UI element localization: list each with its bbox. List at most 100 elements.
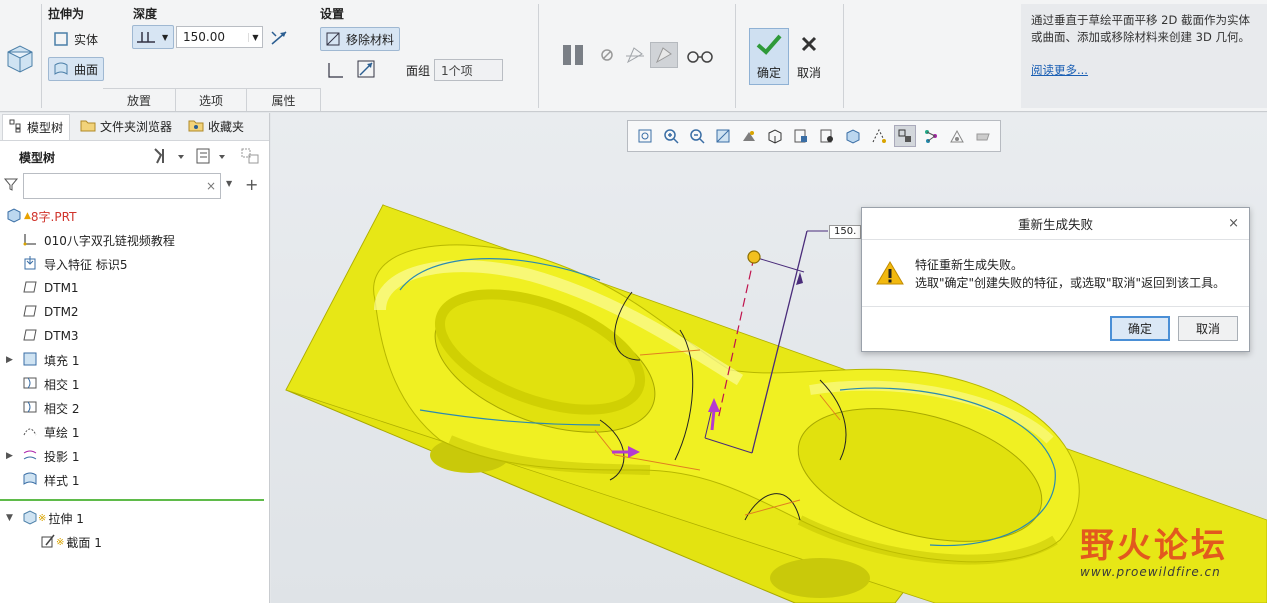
- model-tree-panel: 模型树 文件夹浏览器 收藏夹 模型树 × ▼ + ▲ 8字.PRT 010八字双孔链…: [0, 113, 270, 603]
- tree-item[interactable]: DTM2: [6, 301, 79, 323]
- geometry-preview-icon[interactable]: [624, 44, 646, 69]
- tab-model-tree[interactable]: 模型树: [2, 113, 71, 140]
- tree-item-label: 相交 2: [44, 401, 80, 416]
- remove-material-label: 移除材料: [346, 32, 395, 47]
- part-icon: [6, 207, 22, 226]
- expand-arrow-icon[interactable]: ▼: [6, 513, 16, 523]
- datum-plane-icon: [22, 327, 38, 346]
- surface-button[interactable]: 曲面: [48, 57, 104, 81]
- tree-search-field[interactable]: [30, 179, 206, 193]
- clear-icon[interactable]: ×: [206, 179, 220, 193]
- spin-center-icon[interactable]: [946, 125, 968, 147]
- tree-item-label: DTM3: [44, 329, 79, 343]
- verify-glasses-icon[interactable]: [686, 48, 714, 67]
- chevron-down-icon[interactable]: ▼: [226, 179, 232, 188]
- face-group-label: 面组: [406, 64, 431, 78]
- tree-search-input[interactable]: ×: [23, 173, 221, 199]
- tree-item[interactable]: 导入特征 标识5: [6, 253, 127, 275]
- remove-material-button[interactable]: 移除材料: [320, 27, 400, 51]
- tree-show-icon[interactable]: [195, 147, 229, 168]
- option-tabs: 放置 选项 属性: [103, 88, 321, 111]
- ribbon: 拉伸为 实体 曲面 深度 ▼ 150.00 ▼ 设置 移除材料 面组 1个项 放…: [0, 0, 1267, 112]
- display-style-icon[interactable]: [738, 125, 760, 147]
- tree-item[interactable]: ▶ 投影 1: [6, 445, 79, 467]
- section-view-icon[interactable]: [972, 125, 994, 147]
- face-group-collector[interactable]: 1个项: [434, 59, 503, 81]
- tree-item[interactable]: DTM3: [6, 325, 79, 347]
- intersect-icon: [22, 399, 38, 418]
- settings-label: 设置: [320, 7, 345, 21]
- tree-filter-columns-icon[interactable]: [240, 147, 262, 168]
- pause-icon[interactable]: [561, 43, 585, 70]
- forum-watermark: 野火论坛 www.proewildfire.cn: [1080, 518, 1228, 579]
- annotation-display-icon[interactable]: [920, 125, 942, 147]
- datum-display-icon[interactable]: [868, 125, 890, 147]
- tree-item[interactable]: ▲ 8字.PRT: [0, 205, 76, 227]
- feature-preview-icon[interactable]: [650, 42, 678, 68]
- tab-favorites-label: 收藏夹: [208, 120, 245, 134]
- view-manager-icon[interactable]: [790, 125, 812, 147]
- perspective-icon[interactable]: [816, 125, 838, 147]
- chevron-down-icon[interactable]: ▼: [248, 32, 262, 42]
- zoom-in-icon[interactable]: [660, 125, 682, 147]
- tree-item[interactable]: 相交 2: [6, 397, 79, 419]
- depth-dimension-label[interactable]: 150.: [829, 225, 862, 239]
- repaint-icon[interactable]: [712, 125, 734, 147]
- chevron-down-icon: ▼: [162, 32, 169, 42]
- tree-icon: [9, 119, 23, 136]
- cancel-button[interactable]: 取消: [793, 30, 825, 85]
- folder-icon: [80, 118, 96, 135]
- depth-value-input[interactable]: 150.00 ▼: [176, 26, 263, 48]
- tree-item[interactable]: 相交 1: [6, 373, 79, 395]
- zoom-out-icon[interactable]: [686, 125, 708, 147]
- help-panel: 通过垂直于草绘平面平移 2D 截面作为实体或曲面、添加或移除材料来创建 3D 几…: [1021, 4, 1267, 108]
- ok-label: 确定: [756, 65, 781, 80]
- tree-item[interactable]: 010八字双孔链视频教程: [6, 229, 175, 251]
- tree-item-label: 填充 1: [44, 353, 80, 368]
- close-icon[interactable]: ×: [1228, 216, 1239, 231]
- tab-favorites[interactable]: 收藏夹: [182, 114, 250, 140]
- tree-item-label: 8字.PRT: [30, 209, 77, 224]
- add-icon[interactable]: +: [245, 175, 258, 194]
- filter-icon[interactable]: [3, 176, 19, 195]
- watermark-brand: 野火论坛: [1080, 526, 1228, 566]
- tab-folder-browser[interactable]: 文件夹浏览器: [74, 114, 178, 140]
- read-more-link[interactable]: 阅读更多...: [1031, 62, 1257, 79]
- tree-item[interactable]: ▶ 填充 1: [6, 349, 79, 371]
- dialog-ok-button[interactable]: 确定: [1110, 316, 1170, 341]
- tree-item[interactable]: 样式 1: [6, 469, 79, 491]
- no-preview-icon[interactable]: [600, 48, 614, 65]
- dialog-line-1: 特征重新生成失败。: [915, 258, 1024, 272]
- refit-icon[interactable]: [634, 125, 656, 147]
- tree-item-extrude[interactable]: ▼ ※ 拉伸 1: [6, 507, 84, 529]
- fill-icon: [22, 351, 38, 370]
- projection-icon: [22, 447, 38, 466]
- thicken-icon[interactable]: [327, 61, 345, 82]
- intersect-icon: [22, 375, 38, 394]
- tab-placement[interactable]: 放置: [103, 89, 176, 111]
- filter-display-icon[interactable]: [894, 125, 916, 147]
- tree-item[interactable]: 草绘 1: [6, 421, 79, 443]
- appearance-icon[interactable]: [842, 125, 864, 147]
- dialog-cancel-button[interactable]: 取消: [1178, 316, 1238, 341]
- blind-depth-icon: [135, 29, 157, 45]
- tab-options[interactable]: 选项: [176, 89, 247, 111]
- tree-item-label: 相交 1: [44, 377, 80, 392]
- tree-item-section[interactable]: ※ 截面 1: [40, 531, 102, 553]
- expand-arrow-icon[interactable]: ▶: [6, 355, 16, 365]
- ok-button[interactable]: 确定: [749, 28, 789, 85]
- depth-type-dropdown[interactable]: ▼: [132, 25, 174, 49]
- solid-button[interactable]: 实体: [48, 27, 103, 51]
- tab-properties[interactable]: 属性: [247, 89, 321, 111]
- warning-icon: ▲: [24, 211, 31, 221]
- warning-icon: [876, 260, 904, 289]
- saved-views-icon[interactable]: [764, 125, 786, 147]
- flip-direction-icon[interactable]: [268, 28, 290, 51]
- trim-surface-icon[interactable]: [356, 59, 378, 82]
- tree-item[interactable]: DTM1: [6, 277, 79, 299]
- tree-settings-icon[interactable]: [152, 147, 186, 168]
- solid-icon: [53, 31, 69, 47]
- expand-arrow-icon[interactable]: ▶: [6, 451, 16, 461]
- regeneration-failed-dialog: 重新生成失败 × 特征重新生成失败。 选取"确定"创建失败的特征，或选取"取消"…: [861, 207, 1250, 352]
- tree-item-label: 导入特征 标识5: [44, 257, 128, 272]
